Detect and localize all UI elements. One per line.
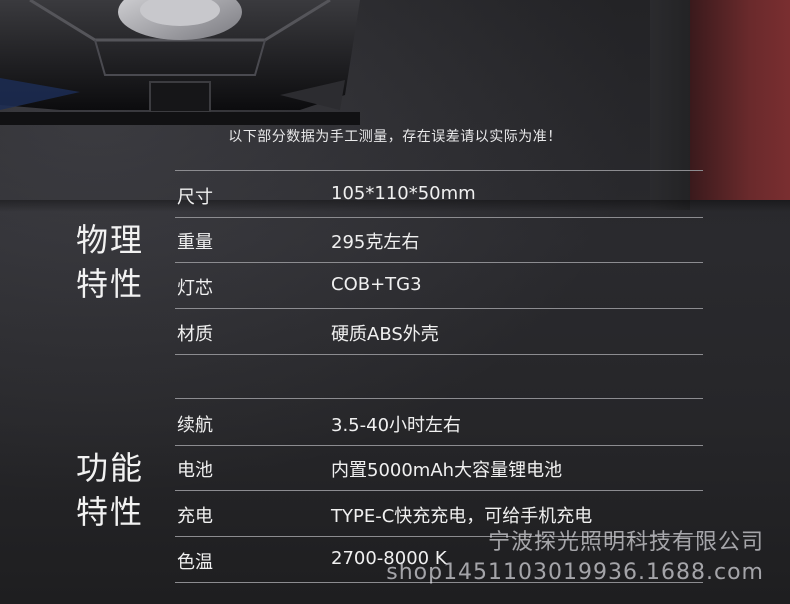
spec-value: COB+TG3 — [331, 274, 422, 295]
spec-row-size: 尺寸 105*110*50mm — [175, 170, 703, 218]
background-red-wall — [690, 0, 790, 200]
spec-label: 续航 — [177, 415, 213, 436]
spec-row-material: 材质 硬质ABS外壳 — [175, 308, 703, 355]
watermark-shop-url: shop1451103019936.1688.com — [386, 560, 764, 585]
spec-value: 硬质ABS外壳 — [331, 324, 439, 345]
flashlight-device-illustration — [0, 0, 360, 125]
spec-row-battery: 电池 内置5000mAh大容量锂电池 — [175, 444, 703, 491]
group-title-line: 特性 — [76, 265, 145, 303]
spec-row-runtime: 续航 3.5-40小时左右 — [175, 398, 703, 446]
spec-value: 295克左右 — [331, 232, 420, 253]
product-image — [0, 0, 360, 125]
spec-value: 3.5-40小时左右 — [331, 415, 462, 436]
spec-label: 重量 — [177, 232, 213, 253]
measurement-notice: 以下部分数据为手工测量，存在误差请以实际为准！ — [228, 129, 562, 145]
spec-label: 灯芯 — [177, 278, 213, 299]
watermark-company: 宁波探光照明科技有限公司 — [487, 530, 764, 555]
group-title-physical: 物理 特性 — [76, 218, 144, 306]
group-title-line: 功能 — [76, 449, 145, 487]
spec-value: 105*110*50mm — [331, 183, 476, 204]
spec-label: 电池 — [177, 460, 213, 481]
spec-label: 充电 — [177, 506, 213, 527]
group-title-line: 特性 — [76, 493, 145, 531]
spec-row-core: 灯芯 COB+TG3 — [175, 262, 703, 309]
group-title-line: 物理 — [76, 221, 145, 259]
spec-row-weight: 重量 295克左右 — [175, 216, 703, 263]
spec-label: 材质 — [177, 324, 213, 345]
spec-label: 尺寸 — [177, 187, 213, 208]
spec-value: 内置5000mAh大容量锂电池 — [331, 460, 563, 481]
group-title-function: 功能 特性 — [76, 446, 144, 534]
spec-label: 色温 — [177, 552, 213, 573]
